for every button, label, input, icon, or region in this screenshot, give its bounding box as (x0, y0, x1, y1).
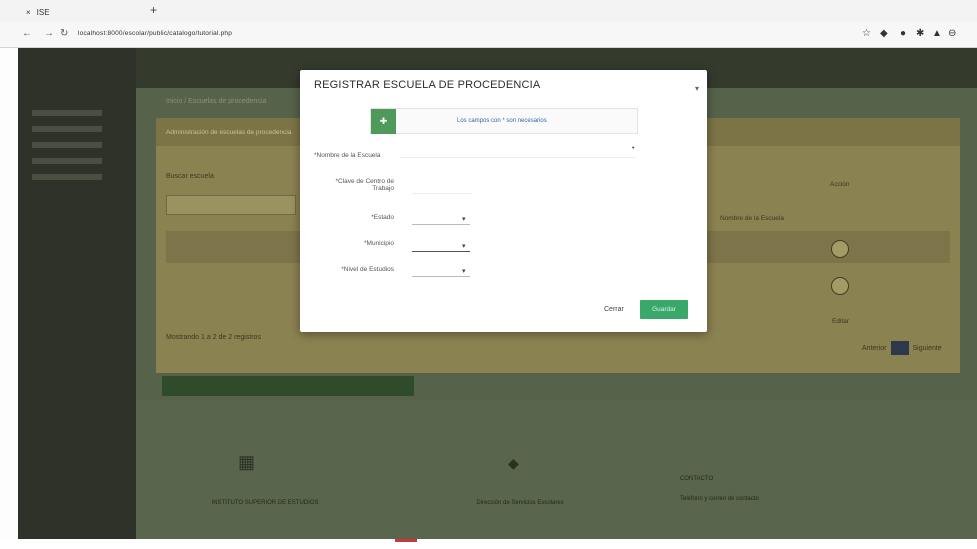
work-center-key-input[interactable] (412, 180, 472, 194)
state-label: *Estado (371, 214, 394, 221)
tab-close-icon[interactable]: × (26, 8, 31, 17)
work-center-key-label: *Clave de Centro de Trabajo (335, 178, 394, 192)
bottom-red-mark (395, 539, 417, 542)
footer-contact-line: Teléfono y correo de contacto (680, 496, 759, 502)
pager-prev-button[interactable]: Anterior (862, 345, 887, 352)
pager-next-button[interactable]: Siguiente (913, 345, 942, 352)
browser-tab[interactable]: × ISE (26, 4, 50, 20)
extension-icon[interactable]: ▲ (932, 28, 942, 39)
footer-contact-title: CONTACTO (680, 476, 714, 482)
sidebar-item[interactable] (32, 126, 102, 132)
edit-button[interactable] (831, 240, 849, 258)
screenshot: × ISE + ← → ↻ localhost:8000/escolar/pub… (0, 0, 977, 549)
pagination-info: Mostrando 1 a 2 de 2 registros (166, 334, 261, 341)
pager-current-page[interactable] (890, 341, 909, 355)
sidebar-item[interactable] (32, 174, 102, 180)
address-bar: ← → ↻ localhost:8000/escolar/public/cata… (0, 22, 977, 48)
star-icon[interactable]: ☆ (862, 28, 871, 39)
sidebar-item[interactable] (32, 142, 102, 148)
chevron-down-icon: ▾ (462, 243, 466, 250)
extension-icon[interactable]: ✱ (916, 28, 924, 39)
alert-text: Los campos con * son necesarios (457, 118, 547, 124)
modal-title: REGISTRAR ESCUELA DE PROCEDENCIA (314, 79, 541, 91)
sidebar-item[interactable] (32, 158, 102, 164)
bottom-edge (0, 539, 977, 549)
info-icon: ✚ (371, 109, 396, 134)
extension-icon[interactable]: ◆ (880, 28, 888, 39)
footer-left-text: INSTITUTO SUPERIOR DE ESTUDIOS (211, 500, 319, 506)
extension-icon[interactable]: ● (900, 28, 906, 39)
search-label: Buscar escuela (166, 173, 214, 180)
progress-strip (162, 376, 414, 396)
required-fields-alert: ✚ Los campos con * son necesarios (370, 108, 638, 134)
chevron-down-icon: ▾ (462, 268, 466, 275)
pagination: Anterior Siguiente (862, 341, 942, 355)
caret-icon: • (632, 145, 635, 152)
sidebar-item[interactable] (32, 110, 102, 116)
reload-icon[interactable]: ↻ (60, 28, 68, 39)
study-level-label: *Nivel de Estudios (341, 266, 394, 273)
school-name-input[interactable] (400, 144, 636, 158)
back-icon[interactable]: ← (22, 28, 32, 39)
column-header-name: Nombre de la Escuela (720, 215, 784, 222)
close-icon[interactable]: ▾ (695, 84, 699, 93)
breadcrumb: Inicio / Escuelas de procedencia (166, 98, 267, 105)
cancel-button[interactable]: Cerrar (604, 306, 624, 313)
forward-icon[interactable]: → (44, 28, 54, 39)
institution-logo-icon: ▦ (238, 452, 256, 472)
tab-title: ISE (36, 7, 50, 17)
register-school-modal: REGISTRAR ESCUELA DE PROCEDENCIA ▾ ✚ Los… (300, 70, 707, 332)
save-button[interactable]: Guardar (640, 300, 688, 319)
footer-center-text: Dirección de Servicios Escolares (476, 500, 564, 506)
profile-icon[interactable]: ⊖ (948, 28, 956, 39)
sidebar (18, 48, 136, 539)
edit-button[interactable] (831, 277, 849, 295)
emblem-icon: ◆ (508, 455, 519, 471)
new-tab-icon[interactable]: + (150, 3, 157, 17)
column-header-action: Acción (830, 181, 850, 188)
search-input[interactable] (166, 195, 296, 215)
url-field[interactable]: localhost:8000/escolar/public/catalogo/t… (78, 30, 232, 37)
school-name-label: *Nombre de la Escuela (314, 152, 381, 159)
footer (136, 400, 977, 539)
municipality-label: *Municipio (364, 240, 394, 247)
row-action-label: Editar (832, 318, 849, 325)
browser-tab-bar: × ISE + (0, 0, 977, 22)
chevron-down-icon: ▾ (462, 216, 466, 223)
panel-title: Administración de escuelas de procedenci… (166, 129, 292, 136)
